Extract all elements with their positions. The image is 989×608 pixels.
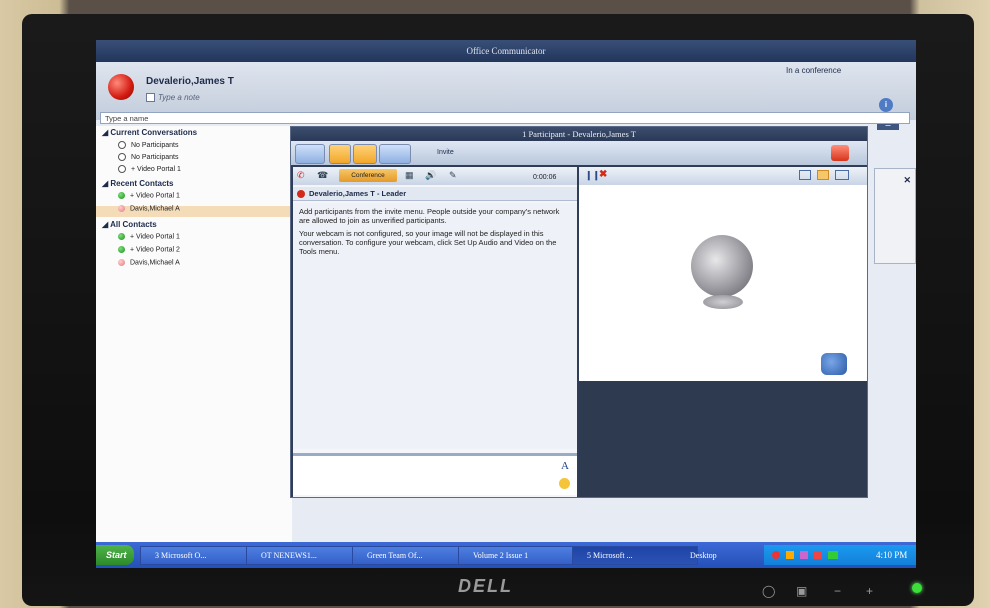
conference-status: In a conference bbox=[786, 66, 842, 75]
info-message: Your webcam is not configured, so your i… bbox=[299, 229, 557, 256]
tray-icon[interactable] bbox=[786, 551, 794, 559]
video-share-icon[interactable] bbox=[379, 144, 411, 164]
list-item[interactable]: + Video Portal 1 bbox=[118, 192, 180, 199]
share-icon[interactable] bbox=[295, 144, 325, 164]
tray-icon[interactable] bbox=[800, 551, 808, 559]
conversation-window: 1 Participant - Devalerio,James T Invite… bbox=[290, 126, 868, 498]
font-icon[interactable]: A bbox=[561, 460, 569, 472]
desktop-toolbar[interactable]: Desktop bbox=[690, 551, 717, 560]
window-title: Office Communicator bbox=[96, 40, 916, 62]
stop-icon[interactable]: ✖ bbox=[599, 169, 607, 180]
contact-card-icon[interactable] bbox=[329, 144, 351, 164]
call-controls: ✆ ☎ Conference ▦ 🔊 ✎ 0:00:06 bbox=[293, 167, 577, 185]
tray-icon[interactable] bbox=[772, 551, 780, 559]
volume-icon[interactable]: 🔊 bbox=[425, 170, 436, 181]
clock: 4:10 PM bbox=[876, 550, 908, 560]
background-window: ✕ bbox=[874, 168, 916, 264]
user-name: Devalerio,James T bbox=[146, 76, 234, 87]
dialpad-icon[interactable]: ▦ bbox=[405, 170, 414, 181]
group-all-contacts[interactable]: ◢ All Contacts bbox=[102, 220, 157, 229]
emoticon-icon[interactable] bbox=[559, 478, 570, 489]
system-tray: 4:10 PM bbox=[764, 545, 916, 565]
people-icon bbox=[821, 353, 847, 375]
presence-icon bbox=[118, 246, 125, 253]
info-message: Add participants from the invite menu. P… bbox=[299, 207, 560, 225]
minus-button-icon[interactable]: − bbox=[834, 584, 841, 598]
taskbar-item[interactable]: 5 Microsoft ... bbox=[572, 546, 698, 565]
monitor-button-icon[interactable]: ◯ bbox=[762, 584, 775, 598]
conversation-title: 1 Participant - Devalerio,James T bbox=[291, 127, 867, 141]
screen: Office Communicator Devalerio,James T Ty… bbox=[96, 40, 916, 568]
network-icon[interactable] bbox=[828, 551, 838, 559]
list-item[interactable]: + Video Portal 2 bbox=[118, 246, 180, 253]
group-current-conversations[interactable]: ◢ Current Conversations bbox=[102, 128, 197, 137]
im-icon[interactable] bbox=[353, 144, 377, 164]
info-icon[interactable]: i bbox=[879, 98, 893, 112]
conversation-icon bbox=[118, 153, 126, 161]
hangup-icon[interactable]: ✆ bbox=[297, 170, 305, 181]
taskbar: Start 3 Microsoft O... OT NENEWS1... Gre… bbox=[96, 542, 916, 568]
taskbar-item[interactable]: Green Team Of... bbox=[352, 546, 472, 565]
view-icon[interactable] bbox=[799, 170, 811, 180]
start-button[interactable]: Start bbox=[96, 545, 134, 565]
hold-icon[interactable]: ☎ bbox=[317, 170, 328, 181]
plus-button-icon[interactable]: + bbox=[866, 584, 873, 598]
list-item[interactable]: + Video Portal 1 bbox=[118, 165, 181, 173]
taskbar-item[interactable]: Volume 2 Issue 1 bbox=[458, 546, 584, 565]
invite-button[interactable]: Invite bbox=[421, 145, 461, 161]
contact-list: ◢ Current Conversations No Participants … bbox=[96, 126, 292, 546]
mic-icon[interactable]: ✎ bbox=[449, 170, 457, 181]
layout-icon[interactable] bbox=[817, 170, 829, 180]
tray-icon[interactable] bbox=[814, 551, 822, 559]
video-controls: ❙❙ ✖ bbox=[579, 167, 867, 185]
brand-logo: DELL bbox=[458, 576, 513, 596]
webcam-base-icon bbox=[703, 295, 743, 309]
conversation-icon bbox=[118, 141, 126, 149]
taskbar-item[interactable]: OT NENEWS1... bbox=[246, 546, 366, 565]
list-item[interactable]: + Video Portal 1 bbox=[118, 233, 180, 240]
search-input[interactable]: Type a name bbox=[100, 112, 910, 124]
presence-icon bbox=[118, 233, 125, 240]
message-area: Add participants from the invite menu. P… bbox=[293, 203, 577, 449]
list-item[interactable]: Davis,Michael A bbox=[118, 205, 180, 212]
list-item[interactable]: No Participants bbox=[118, 141, 178, 149]
presence-icon bbox=[118, 205, 125, 212]
group-recent-contacts[interactable]: ◢ Recent Contacts bbox=[102, 179, 174, 188]
presence-icon bbox=[297, 190, 305, 198]
list-item[interactable]: No Participants bbox=[118, 153, 178, 161]
presence-icon bbox=[118, 259, 125, 266]
monitor-button-icon[interactable]: ▣ bbox=[796, 584, 807, 598]
video-pane: ❙❙ ✖ bbox=[579, 167, 867, 497]
conversation-icon bbox=[118, 165, 126, 173]
presence-icon bbox=[118, 192, 125, 199]
popout-icon[interactable] bbox=[835, 170, 849, 180]
leave-conversation-icon[interactable] bbox=[831, 145, 849, 161]
call-timer: 0:00:06 bbox=[533, 174, 557, 181]
pause-icon[interactable]: ❙❙ bbox=[585, 170, 600, 181]
personal-note-field[interactable]: Type a note bbox=[146, 93, 366, 105]
participant-row[interactable]: Devalerio,James T - Leader bbox=[293, 187, 577, 201]
list-item[interactable]: Davis,Michael A bbox=[118, 259, 180, 266]
taskbar-item[interactable]: 3 Microsoft O... bbox=[140, 546, 260, 565]
close-icon[interactable]: ✕ bbox=[903, 175, 911, 186]
status-orb-icon[interactable] bbox=[108, 74, 134, 100]
message-input[interactable]: A bbox=[293, 453, 577, 495]
power-led-icon[interactable] bbox=[912, 583, 922, 593]
participant-name: Devalerio,James T - Leader bbox=[309, 189, 407, 198]
video-display bbox=[579, 185, 867, 381]
conversation-toolbar: Invite bbox=[291, 141, 867, 165]
im-pane: ✆ ☎ Conference ▦ 🔊 ✎ 0:00:06 Devalerio,J… bbox=[293, 167, 577, 497]
webcam-icon bbox=[691, 235, 753, 297]
conference-button[interactable]: Conference bbox=[339, 169, 397, 182]
